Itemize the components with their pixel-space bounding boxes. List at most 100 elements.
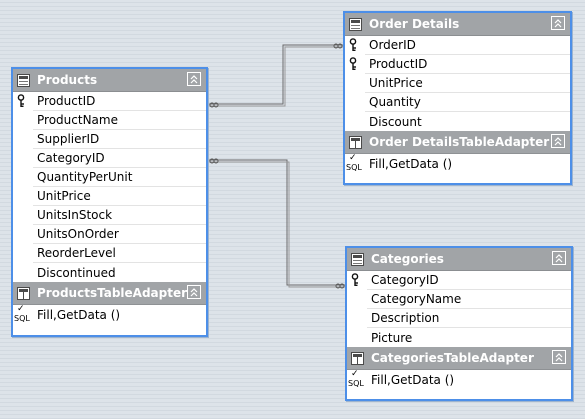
column-row[interactable]: ProductName xyxy=(13,111,206,130)
column-row[interactable]: ProductID xyxy=(13,92,206,111)
column-row[interactable]: CategoryID xyxy=(347,271,571,290)
table-adapter-icon xyxy=(17,286,30,300)
collapse-chevron-icon[interactable] xyxy=(552,251,566,265)
column-gutter xyxy=(13,206,33,225)
column-row[interactable]: QuantityPerUnit xyxy=(13,168,206,187)
primary-key-icon xyxy=(345,55,365,74)
table-title: Order Details xyxy=(369,17,460,31)
column-label: CategoryID xyxy=(33,149,206,168)
query-label: Fill,GetData () xyxy=(37,308,121,322)
query-label: Fill,GetData () xyxy=(371,373,455,387)
column-gutter xyxy=(13,244,33,263)
column-row[interactable]: Picture xyxy=(347,328,571,347)
table-title: Products xyxy=(37,73,98,87)
relation-endpoint-many xyxy=(209,102,215,108)
query-row[interactable]: ✓ SQL Fill,GetData () xyxy=(13,305,206,325)
column-row[interactable]: ProductID xyxy=(345,55,570,74)
column-label: ReorderLevel xyxy=(33,244,206,263)
column-row[interactable]: OrderID xyxy=(345,36,570,55)
column-gutter xyxy=(13,225,33,244)
table-adapter-title: CategoriesTableAdapter xyxy=(371,351,534,365)
collapse-chevron-icon[interactable] xyxy=(551,134,565,148)
table-adapter-bar[interactable]: ProductsTableAdapter xyxy=(13,282,206,305)
column-gutter xyxy=(345,93,365,112)
column-label: ProductID xyxy=(365,55,570,74)
column-gutter xyxy=(13,149,33,168)
table-title-bar[interactable]: Products xyxy=(13,69,206,92)
column-label: Description xyxy=(367,309,571,328)
relation-endpoint-one xyxy=(333,43,339,49)
table-icon xyxy=(17,73,30,87)
column-row[interactable]: Quantity xyxy=(345,93,570,112)
column-gutter xyxy=(13,187,33,206)
sql-query-icon: ✓ SQL xyxy=(348,369,364,389)
table-categories[interactable]: Categories CategoryID CategoryName Descrip… xyxy=(345,246,573,401)
column-row[interactable]: CategoryID xyxy=(13,149,206,168)
column-gutter xyxy=(13,130,33,149)
column-label: SupplierID xyxy=(33,130,206,149)
collapse-chevron-icon[interactable] xyxy=(551,16,565,30)
column-label: UnitsInStock xyxy=(33,206,206,225)
primary-key-icon xyxy=(347,271,367,290)
table-order-details[interactable]: Order Details OrderID ProductID UnitPrice Q… xyxy=(343,11,572,185)
relation-categories-products[interactable] xyxy=(205,158,345,289)
relation-products-order-details[interactable] xyxy=(205,43,343,108)
column-label: ProductID xyxy=(33,92,206,111)
relation-endpoint-one xyxy=(335,283,341,289)
primary-key-icon xyxy=(345,36,365,55)
column-label: CategoryName xyxy=(367,290,571,309)
column-row[interactable]: Discount xyxy=(345,112,570,131)
column-row[interactable]: Discontinued xyxy=(13,263,206,282)
column-gutter xyxy=(345,112,365,131)
column-label: UnitsOnOrder xyxy=(33,225,206,244)
column-row[interactable]: CategoryName xyxy=(347,290,571,309)
column-list: OrderID ProductID UnitPrice Quantity Discoun… xyxy=(345,36,570,131)
column-row[interactable]: SupplierID xyxy=(13,130,206,149)
column-gutter xyxy=(347,290,367,309)
collapse-chevron-icon[interactable] xyxy=(187,285,201,299)
column-row[interactable]: UnitsInStock xyxy=(13,206,206,225)
column-row[interactable]: UnitPrice xyxy=(345,74,570,93)
column-list: ProductID ProductName SupplierID CategoryID… xyxy=(13,92,206,282)
table-products[interactable]: Products ProductID ProductName SupplierID C… xyxy=(11,67,208,337)
query-row[interactable]: ✓ SQL Fill,GetData () xyxy=(345,154,570,174)
sql-query-icon: ✓ SQL xyxy=(14,304,30,324)
column-label: ProductName xyxy=(33,111,206,130)
column-gutter xyxy=(13,263,33,282)
column-row[interactable]: ReorderLevel xyxy=(13,244,206,263)
table-adapter-icon xyxy=(351,351,364,365)
column-gutter xyxy=(13,168,33,187)
column-gutter xyxy=(13,111,33,130)
column-label: Quantity xyxy=(365,93,570,112)
column-gutter xyxy=(347,309,367,328)
query-row[interactable]: ✓ SQL Fill,GetData () xyxy=(347,370,571,390)
table-icon xyxy=(349,17,362,31)
column-label: UnitPrice xyxy=(33,187,206,206)
column-row[interactable]: UnitsOnOrder xyxy=(13,225,206,244)
table-title-bar[interactable]: Order Details xyxy=(345,13,570,36)
relation-endpoint-many xyxy=(209,158,215,164)
column-gutter xyxy=(345,74,365,93)
column-row[interactable]: Description xyxy=(347,309,571,328)
table-icon xyxy=(351,252,364,266)
table-adapter-bar[interactable]: Order DetailsTableAdapter xyxy=(345,131,570,154)
table-title-bar[interactable]: Categories xyxy=(347,248,571,271)
table-adapter-bar[interactable]: CategoriesTableAdapter xyxy=(347,347,571,370)
sql-query-icon: ✓ SQL xyxy=(346,153,362,173)
query-label: Fill,GetData () xyxy=(369,157,453,171)
column-list: CategoryID CategoryName Description Picture xyxy=(347,271,571,347)
collapse-chevron-icon[interactable] xyxy=(187,72,201,86)
column-label: Discount xyxy=(369,114,422,129)
column-label: UnitPrice xyxy=(365,74,570,93)
column-label: Picture xyxy=(371,330,413,345)
column-label: OrderID xyxy=(365,36,570,55)
column-label: Discontinued xyxy=(37,265,116,280)
table-adapter-icon xyxy=(349,135,362,149)
collapse-chevron-icon[interactable] xyxy=(552,350,566,364)
column-label: QuantityPerUnit xyxy=(33,168,206,187)
table-adapter-title: ProductsTableAdapter xyxy=(37,286,188,300)
column-label: CategoryID xyxy=(367,271,571,290)
column-row[interactable]: UnitPrice xyxy=(13,187,206,206)
primary-key-icon xyxy=(13,92,33,111)
column-gutter xyxy=(347,328,367,347)
